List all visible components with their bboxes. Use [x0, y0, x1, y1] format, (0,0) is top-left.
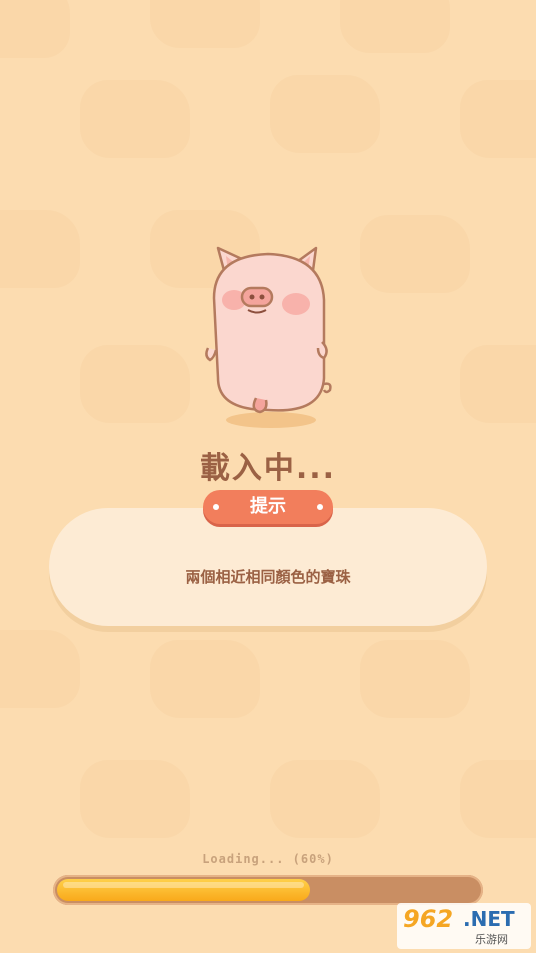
badge-dot-right — [317, 504, 323, 510]
tip-badge-label: 提示 — [250, 496, 286, 517]
tip-badge: 提示 — [203, 490, 333, 524]
loading-progress-text: Loading... (60%) — [202, 852, 334, 866]
watermark-logo: 962 .NET 乐游网 — [397, 903, 531, 949]
tip-card: 兩個相近相同顏色的寶珠 — [49, 508, 487, 626]
progress-fill — [57, 879, 310, 901]
pig-mascot-image — [196, 238, 346, 438]
loading-title: 載入中... — [199, 451, 337, 486]
watermark-site: 乐游网 — [475, 933, 508, 946]
badge-dot-left — [213, 504, 219, 510]
watermark-number: 962 — [403, 905, 454, 933]
tip-text: 兩個相近相同顏色的寶珠 — [185, 568, 351, 586]
progress-bar — [53, 875, 483, 905]
watermark-suffix: .NET — [463, 907, 515, 931]
